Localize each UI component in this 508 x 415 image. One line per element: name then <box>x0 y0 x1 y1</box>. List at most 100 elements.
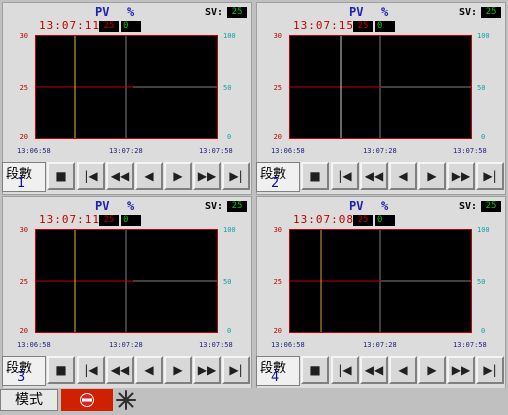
stop-button[interactable]: ■ <box>301 162 329 190</box>
stop-button[interactable]: ■ <box>47 162 75 190</box>
skip-to-start-icon: |◀ <box>338 363 352 377</box>
x-tick-start: 13:06:58 <box>271 341 305 349</box>
segment-button[interactable]: 段數 3 <box>2 356 46 386</box>
skip-to-start-button[interactable]: |◀ <box>77 356 105 384</box>
y-left-mid: 25 <box>19 84 28 92</box>
rewind-button[interactable]: ◀◀ <box>360 356 388 384</box>
skip-to-end-icon: ▶| <box>483 169 497 183</box>
step-back-button[interactable]: ◀ <box>389 356 417 384</box>
y-right-max: 100 <box>223 226 236 234</box>
stop-alarm-button[interactable] <box>61 389 113 411</box>
y-right-min: 0 <box>481 327 486 335</box>
percent-label: % <box>127 199 135 213</box>
x-tick-end: 13:07:58 <box>199 147 233 155</box>
segment-number: 1 <box>17 176 26 191</box>
skip-to-start-button[interactable]: |◀ <box>331 356 359 384</box>
step-back-icon: ◀ <box>398 169 408 183</box>
rewind-icon: ◀◀ <box>110 363 130 377</box>
step-forward-icon: ▶ <box>427 363 437 377</box>
skip-to-end-button[interactable]: ▶| <box>476 356 504 384</box>
trend-plot[interactable] <box>35 34 218 139</box>
trend-svg <box>35 228 218 333</box>
y-right-max: 100 <box>477 32 490 40</box>
y-left-min: 20 <box>19 327 28 335</box>
segment-button[interactable]: 段數 4 <box>256 356 300 386</box>
x-tick-start: 13:06:58 <box>17 147 51 155</box>
rewind-icon: ◀◀ <box>110 169 130 183</box>
rewind-button[interactable]: ◀◀ <box>360 162 388 190</box>
stop-icon: ■ <box>55 169 67 183</box>
stop-button[interactable]: ■ <box>47 356 75 384</box>
y-right-max: 100 <box>223 32 236 40</box>
mode-button[interactable]: 模式 <box>0 389 58 411</box>
skip-to-end-button[interactable]: ▶| <box>476 162 504 190</box>
stop-icon: ■ <box>309 169 321 183</box>
no-entry-icon <box>80 393 94 407</box>
sv-value: 25 <box>481 7 501 18</box>
skip-to-end-icon: ▶| <box>483 363 497 377</box>
step-forward-button[interactable]: ▶ <box>418 356 446 384</box>
rewind-button[interactable]: ◀◀ <box>106 162 134 190</box>
skip-to-end-icon: ▶| <box>229 363 243 377</box>
skip-to-start-button[interactable]: |◀ <box>77 162 105 190</box>
pv-value: 25 <box>99 21 119 32</box>
stop-icon: ■ <box>55 363 67 377</box>
x-tick-end: 13:07:58 <box>453 147 487 155</box>
step-back-icon: ◀ <box>144 169 154 183</box>
pv-label: PV <box>95 199 110 213</box>
step-back-button[interactable]: ◀ <box>135 356 163 384</box>
y-right-mid: 50 <box>223 278 232 286</box>
percent-value: 0 <box>121 215 141 226</box>
y-right-mid: 50 <box>477 84 486 92</box>
mode-label: 模式 <box>15 392 43 408</box>
rewind-button[interactable]: ◀◀ <box>106 356 134 384</box>
x-tick-mid: 13:07:28 <box>363 147 397 155</box>
fast-forward-button[interactable]: ▶▶ <box>193 162 221 190</box>
trend-plot[interactable] <box>289 34 472 139</box>
x-tick-mid: 13:07:28 <box>363 341 397 349</box>
step-back-button[interactable]: ◀ <box>135 162 163 190</box>
trend-plot[interactable] <box>289 228 472 333</box>
step-forward-button[interactable]: ▶ <box>418 162 446 190</box>
y-right-mid: 50 <box>477 278 486 286</box>
bottom-bar: 模式 <box>0 388 508 412</box>
y-left-max: 30 <box>19 32 28 40</box>
skip-to-end-button[interactable]: ▶| <box>222 162 250 190</box>
time-readout: 13:07:08 <box>293 213 354 226</box>
segment-button[interactable]: 段數 1 <box>2 162 46 192</box>
pv-value: 25 <box>99 215 119 226</box>
sv-value: 25 <box>481 201 501 212</box>
trend-svg <box>289 228 472 333</box>
x-tick-end: 13:07:58 <box>199 341 233 349</box>
playback-toolbar-2: 段數 2 ■ |◀ ◀◀ ◀ ▶ ▶▶ ▶| <box>256 162 506 194</box>
trend-plot[interactable] <box>35 228 218 333</box>
y-left-min: 20 <box>19 133 28 141</box>
step-forward-icon: ▶ <box>173 169 183 183</box>
y-right-min: 0 <box>227 327 232 335</box>
step-forward-button[interactable]: ▶ <box>164 162 192 190</box>
skip-to-start-button[interactable]: |◀ <box>331 162 359 190</box>
skip-to-end-icon: ▶| <box>229 169 243 183</box>
y-right-mid: 50 <box>223 84 232 92</box>
stop-icon: ■ <box>309 363 321 377</box>
fast-forward-icon: ▶▶ <box>197 169 217 183</box>
step-forward-button[interactable]: ▶ <box>164 356 192 384</box>
fast-forward-button[interactable]: ▶▶ <box>447 356 475 384</box>
fan-button[interactable] <box>115 389 137 411</box>
segment-number: 4 <box>271 370 280 385</box>
step-forward-icon: ▶ <box>427 169 437 183</box>
y-left-mid: 25 <box>273 84 282 92</box>
y-right-max: 100 <box>477 226 490 234</box>
sv-label: SV: <box>459 7 478 18</box>
percent-value: 0 <box>121 21 141 32</box>
skip-to-end-button[interactable]: ▶| <box>222 356 250 384</box>
fast-forward-button[interactable]: ▶▶ <box>193 356 221 384</box>
fast-forward-button[interactable]: ▶▶ <box>447 162 475 190</box>
fast-forward-icon: ▶▶ <box>451 169 471 183</box>
stop-button[interactable]: ■ <box>301 356 329 384</box>
step-back-button[interactable]: ◀ <box>389 162 417 190</box>
segment-button[interactable]: 段數 2 <box>256 162 300 192</box>
pv-label: PV <box>349 5 364 19</box>
sv-label: SV: <box>459 201 478 212</box>
y-left-mid: 25 <box>273 278 282 286</box>
